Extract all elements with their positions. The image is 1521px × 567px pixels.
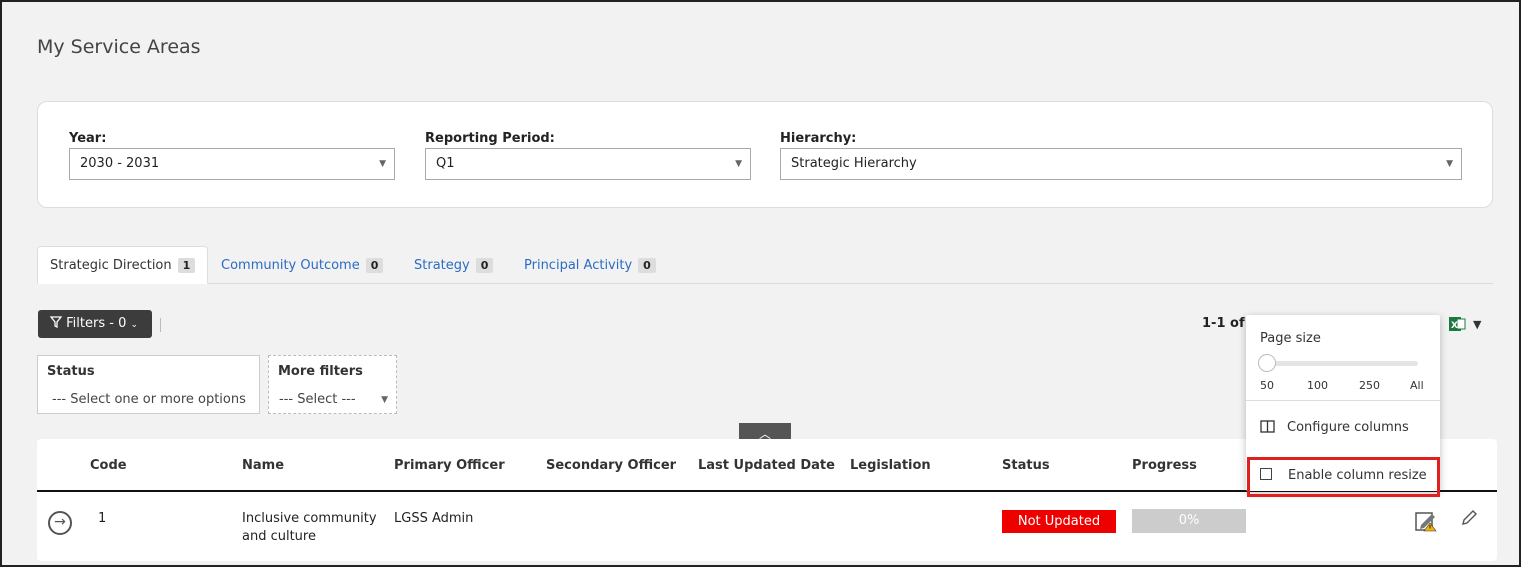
tab-strategic-direction[interactable]: Strategic Direction 1 (37, 246, 209, 284)
year-select[interactable]: 2030 - 2031 ▼ (69, 148, 395, 180)
tab-label: Strategic Direction (50, 258, 172, 273)
menu-divider (1246, 400, 1440, 401)
slider-tick: All (1410, 379, 1424, 392)
pencil-icon[interactable] (1460, 509, 1478, 531)
highlight-box (1247, 457, 1440, 497)
column-header[interactable]: Legislation (850, 458, 931, 473)
more-filters-label: More filters (278, 364, 363, 379)
page-title: My Service Areas (37, 36, 201, 58)
excel-export-icon[interactable]: X (1448, 316, 1466, 336)
period-label: Reporting Period: (425, 131, 555, 146)
tab-count-badge: 1 (177, 258, 196, 273)
edit-warning-icon[interactable] (1415, 510, 1439, 536)
page-size-label: Page size (1260, 331, 1321, 346)
page-size-slider[interactable] (1266, 361, 1418, 366)
tab-count-badge: 0 (638, 258, 656, 273)
tab-count-badge: 0 (365, 258, 384, 273)
filter-card: Year: 2030 - 2031 ▼ Reporting Period: Q1… (37, 101, 1493, 208)
caret-down-icon: ▼ (381, 395, 388, 405)
tab-community-outcome[interactable]: Community Outcome 0 (221, 246, 384, 284)
column-header[interactable]: Last Updated Date (698, 458, 835, 473)
more-filters-placeholder: --- Select --- (279, 392, 356, 407)
period-value: Q1 (436, 156, 455, 171)
column-header[interactable]: Name (242, 458, 284, 473)
column-header[interactable]: Code (90, 458, 127, 473)
tab-principal-activity[interactable]: Principal Activity 0 (524, 246, 656, 284)
tab-label: Strategy (414, 258, 470, 273)
status-badge: Not Updated (1002, 510, 1116, 533)
caret-down-icon[interactable]: ▼ (1473, 318, 1481, 331)
row-primary-officer: LGSS Admin (394, 511, 474, 526)
column-header[interactable]: Progress (1132, 458, 1197, 473)
column-header[interactable]: Status (1002, 458, 1050, 473)
slider-tick: 50 (1260, 379, 1274, 392)
filters-button[interactable]: Filters - 0 ⌄ (38, 310, 152, 338)
progress-bar: 0% (1132, 509, 1246, 533)
row-code: 1 (98, 511, 107, 526)
year-label: Year: (69, 131, 107, 146)
chevron-down-icon: ⌄ (130, 320, 139, 330)
caret-down-icon: ▼ (735, 159, 742, 169)
toolbar-divider (160, 318, 161, 332)
status-filter-label: Status (47, 364, 95, 379)
hierarchy-value: Strategic Hierarchy (791, 156, 917, 171)
filter-icon (49, 316, 63, 329)
column-header[interactable]: Secondary Officer (546, 458, 676, 473)
hierarchy-label: Hierarchy: (780, 131, 857, 146)
period-select[interactable]: Q1 ▼ (425, 148, 751, 180)
column-header[interactable]: Primary Officer (394, 458, 505, 473)
configure-columns-label: Configure columns (1287, 420, 1409, 435)
tab-bar: Strategic Direction 1 Community Outcome 0 … (37, 246, 1493, 284)
year-value: 2030 - 2031 (80, 156, 160, 171)
hierarchy-select[interactable]: Strategic Hierarchy ▼ (780, 148, 1462, 180)
row-name-line1: Inclusive community (242, 511, 377, 526)
tab-strategy[interactable]: Strategy 0 (414, 246, 494, 284)
filters-label: Filters - 0 (66, 316, 127, 331)
tab-label: Principal Activity (524, 258, 633, 273)
caret-down-icon: ▼ (379, 159, 386, 169)
svg-text:X: X (1451, 321, 1458, 331)
arrow-right-circle-icon[interactable]: → (48, 511, 72, 535)
more-filters[interactable]: More filters --- Select --- ▼ (268, 355, 397, 414)
row-name-line2: and culture (242, 529, 316, 544)
status-filter-placeholder: --- Select one or more options (52, 392, 246, 407)
tab-label: Community Outcome (221, 258, 360, 273)
status-filter[interactable]: Status --- Select one or more options (37, 355, 260, 414)
slider-tick: 250 (1359, 379, 1380, 392)
caret-down-icon: ▼ (1446, 159, 1453, 169)
configure-columns-item[interactable]: Configure columns (1260, 420, 1409, 435)
columns-icon (1260, 420, 1275, 433)
tab-count-badge: 0 (475, 258, 494, 273)
slider-tick: 100 (1307, 379, 1328, 392)
slider-handle[interactable] (1258, 354, 1276, 372)
